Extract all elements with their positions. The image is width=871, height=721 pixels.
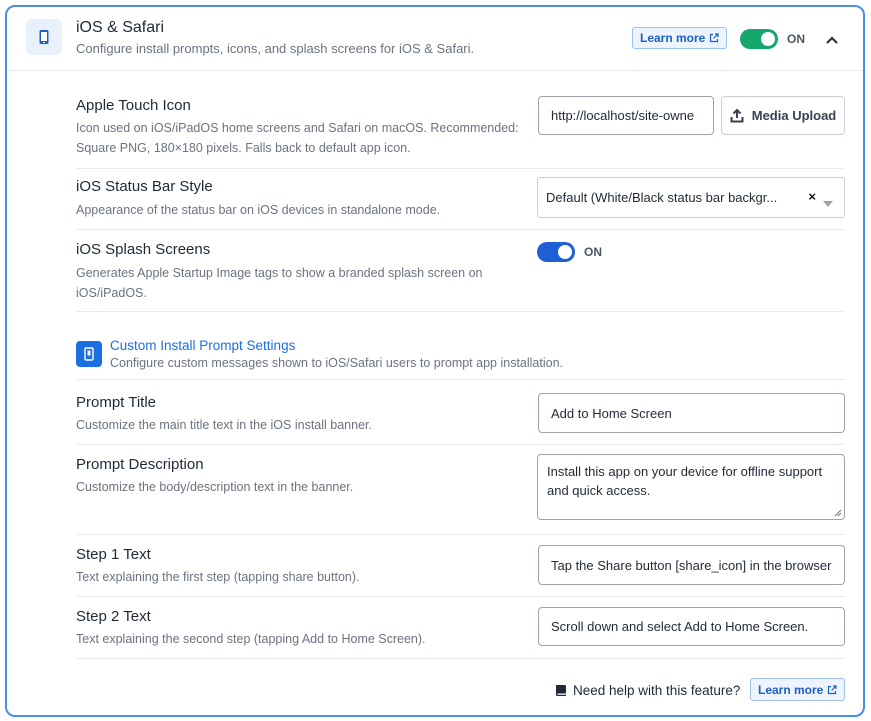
- splash-screens-description-line1: Generates Apple Startup Image tags to sh…: [76, 266, 483, 280]
- status-bar-title: iOS Status Bar Style: [76, 178, 213, 195]
- external-link-icon: [828, 684, 837, 694]
- status-bar-description: Appearance of the status bar on iOS devi…: [76, 203, 441, 217]
- apple-touch-icon-title: Apple Touch Icon: [76, 97, 191, 114]
- external-link-icon: [710, 33, 719, 43]
- chevron-down-icon[interactable]: [823, 195, 833, 210]
- splash-screens-title: iOS Splash Screens: [76, 241, 211, 258]
- toggle-state-label: ON: [787, 32, 805, 46]
- footer-learn-more-label: Learn more: [758, 682, 824, 697]
- splash-toggle-state-label: ON: [584, 245, 602, 259]
- clear-selection-icon[interactable]: ×: [808, 189, 816, 204]
- toggle-knob: [558, 245, 572, 259]
- resize-handle-icon[interactable]: [834, 509, 842, 517]
- divider: [76, 534, 845, 535]
- prompt-description-label: Prompt Description: [76, 456, 204, 473]
- prompt-description-description: Customize the body/description text in t…: [76, 480, 354, 494]
- footer-learn-more-button[interactable]: Learn more: [750, 678, 846, 701]
- step1-input[interactable]: Tap the Share button [share_icon] in the…: [538, 545, 845, 585]
- toggle-knob: [761, 32, 775, 46]
- section-description: Configure install prompts, icons, and sp…: [76, 41, 475, 56]
- mobile-phone-icon: [26, 19, 62, 55]
- status-bar-style-select[interactable]: Default (White/Black status bar backgr..…: [537, 177, 845, 218]
- divider: [76, 168, 845, 169]
- mobile-phone-icon: [76, 341, 102, 367]
- prompt-title-description: Customize the main title text in the iOS…: [76, 418, 372, 432]
- apple-touch-icon-url-input[interactable]: http://localhost/site-owne: [538, 96, 714, 135]
- apple-touch-icon-description-line2: Square PNG, 180×180 pixels. Falls back t…: [76, 141, 411, 155]
- learn-more-label: Learn more: [640, 31, 706, 45]
- panel-header[interactable]: iOS & Safari Configure install prompts, …: [7, 7, 863, 71]
- status-bar-selected-value: Default (White/Black status bar backgr..…: [546, 190, 778, 205]
- divider: [76, 379, 845, 380]
- step2-description: Text explaining the second step (tapping…: [76, 632, 426, 646]
- ios-safari-panel: iOS & Safari Configure install prompts, …: [5, 5, 865, 717]
- prompt-description-value-line2: and quick access.: [547, 483, 651, 498]
- media-upload-button[interactable]: Media Upload: [721, 96, 845, 135]
- splash-screens-description-line2: iOS/iPadOS.: [76, 286, 147, 300]
- media-upload-label: Media Upload: [751, 108, 837, 123]
- divider: [76, 658, 845, 659]
- divider: [76, 311, 845, 312]
- step2-label: Step 2 Text: [76, 608, 151, 625]
- help-text: Need help with this feature?: [573, 683, 741, 698]
- chevron-up-icon[interactable]: [825, 32, 839, 50]
- step2-input[interactable]: Scroll down and select Add to Home Scree…: [538, 607, 845, 646]
- prompt-description-value-line1: Install this app on your device for offl…: [547, 464, 823, 479]
- prompt-title-input[interactable]: Add to Home Screen: [538, 393, 845, 433]
- learn-more-button[interactable]: Learn more: [632, 27, 728, 49]
- prompt-title-label: Prompt Title: [76, 394, 157, 411]
- divider: [76, 229, 845, 230]
- step1-description: Text explaining the first step (tapping …: [76, 570, 360, 584]
- install-prompt-section-title: Custom Install Prompt Settings: [110, 338, 296, 353]
- prompt-description-textarea[interactable]: Install this app on your device for offl…: [537, 454, 845, 520]
- section-title: iOS & Safari: [76, 19, 165, 36]
- install-prompt-section-description: Configure custom messages shown to iOS/S…: [110, 356, 563, 370]
- upload-icon: [730, 108, 744, 123]
- step1-label: Step 1 Text: [76, 546, 151, 563]
- divider: [76, 596, 845, 597]
- apple-touch-icon-description-line1: Icon used on iOS/iPadOS home screens and…: [76, 121, 519, 135]
- book-icon: [555, 684, 567, 702]
- splash-screens-toggle[interactable]: [537, 242, 575, 262]
- divider: [76, 444, 845, 445]
- feature-toggle[interactable]: [740, 29, 778, 49]
